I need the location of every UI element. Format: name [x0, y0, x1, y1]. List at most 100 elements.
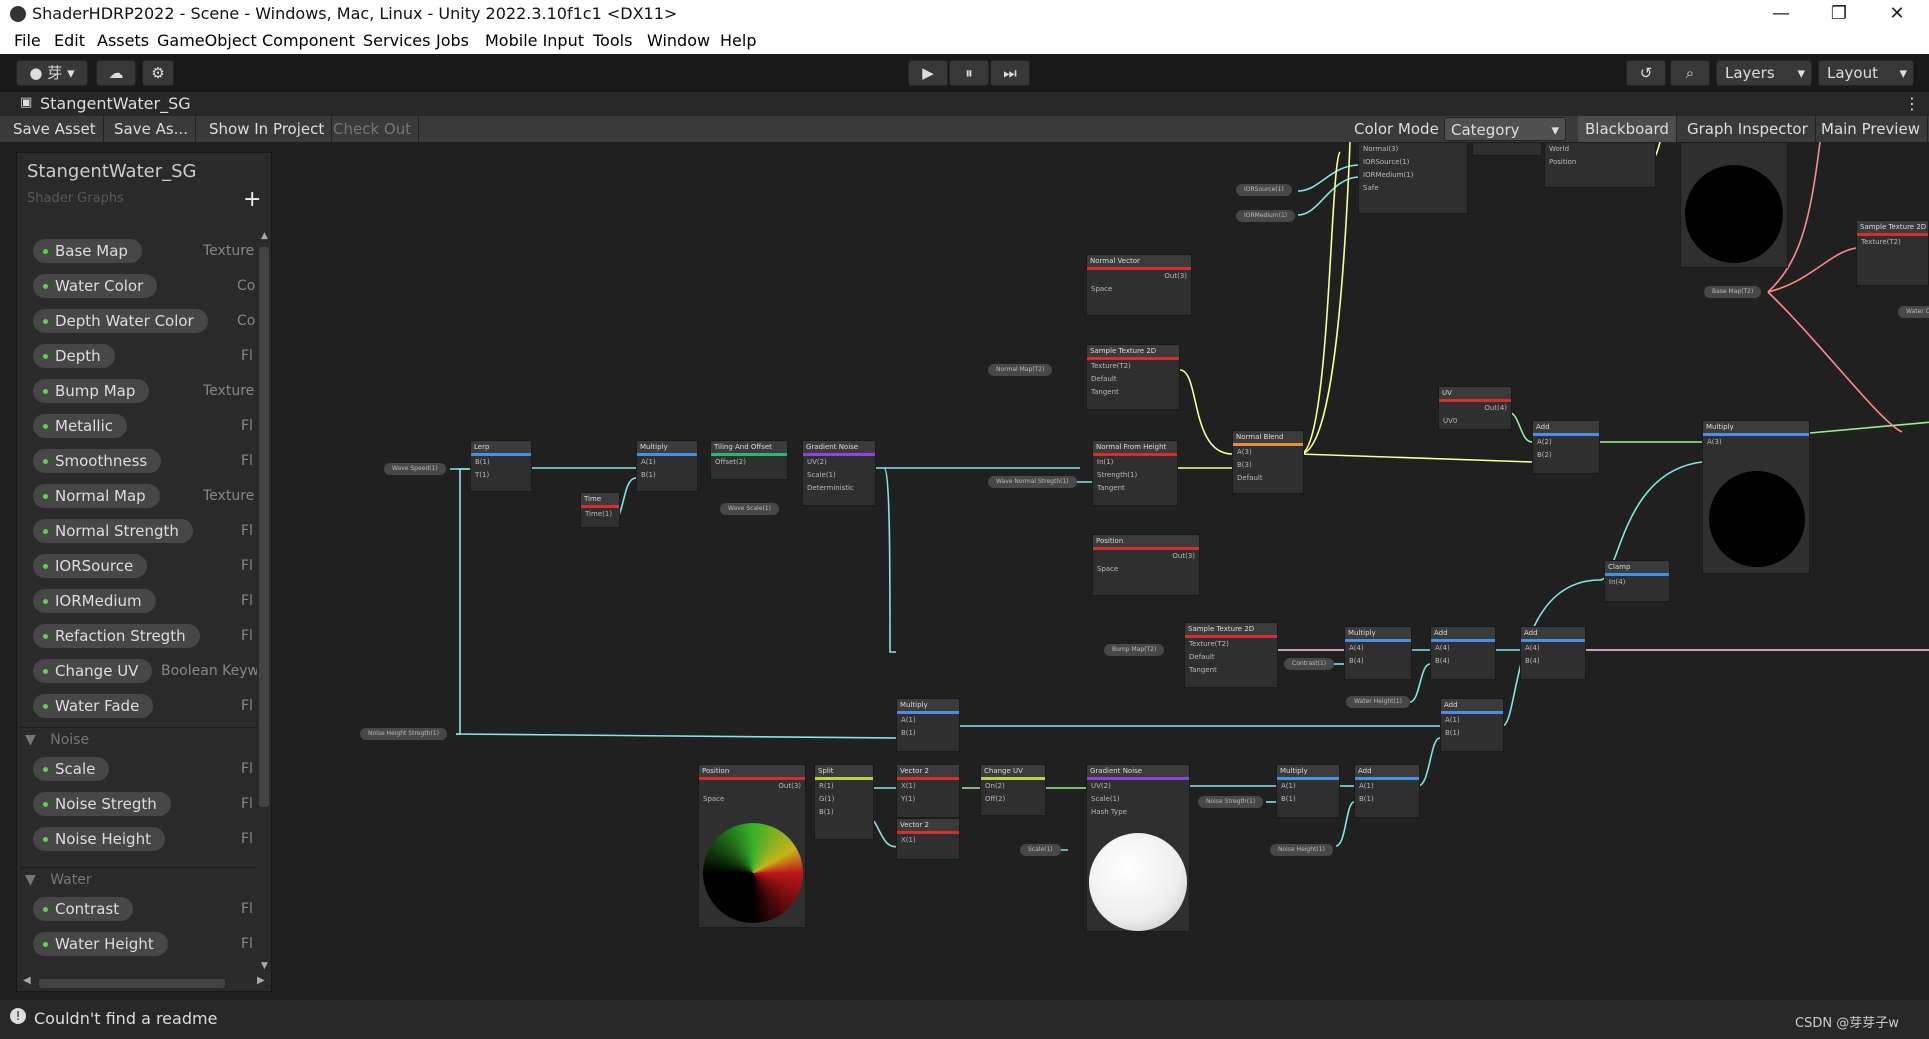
port-label[interactable]: Out(3)	[1093, 550, 1199, 563]
port-label[interactable]: IORSource(1)	[1359, 156, 1467, 169]
port-label[interactable]: B(4)	[1431, 655, 1495, 668]
menu-mobile-input[interactable]: Mobile Input	[485, 31, 584, 50]
step-button[interactable]: ⏭	[990, 60, 1030, 86]
port-label[interactable]: Texture(T2)	[1185, 638, 1277, 651]
port-label[interactable]: Scale(1)	[803, 469, 875, 482]
node-normal-from-height[interactable]: Normal From Height In(1) Strength(1) Tan…	[1092, 440, 1178, 506]
pill-ior-medium[interactable]: IORMedium(1)	[1236, 210, 1296, 222]
port-label[interactable]: A(1)	[1277, 780, 1339, 793]
menu-jobs[interactable]: Jobs	[436, 31, 469, 50]
add-property-button[interactable]: +	[243, 187, 261, 212]
save-as-button[interactable]: Save As...	[107, 116, 196, 142]
dropdown-label[interactable]: Space	[1093, 563, 1199, 576]
port-label[interactable]: B(4)	[1345, 655, 1411, 668]
port-label[interactable]: Normal(3)	[1359, 143, 1467, 156]
node-position-1[interactable]: Position Out(3) Space	[1092, 534, 1200, 596]
property-smoothness[interactable]: Smoothness	[33, 449, 162, 473]
node-uv[interactable]: UV Out(4) UV0	[1438, 386, 1512, 430]
property-water-color[interactable]: Water Color	[33, 274, 158, 298]
play-button[interactable]: ▶	[908, 60, 948, 86]
property-ior-source[interactable]: IORSource	[33, 554, 148, 578]
node-normal-blend[interactable]: Normal Blend A(3) B(3) Default	[1232, 430, 1304, 494]
port-label[interactable]: B(2)	[1533, 449, 1599, 462]
port-label[interactable]: UV(2)	[803, 456, 875, 469]
property-bump-map[interactable]: Bump Map	[33, 379, 150, 403]
port-label[interactable]: A(2)	[1533, 436, 1599, 449]
property-ior-medium[interactable]: IORMedium	[33, 589, 156, 613]
check-out-button[interactable]: Check Out	[326, 116, 420, 142]
node-multiply-2[interactable]: Multiply A(4) B(4)	[1344, 626, 1412, 680]
port-label[interactable]: Out(3)	[1087, 270, 1191, 283]
port-label[interactable]: Time(1)	[581, 508, 619, 521]
port-label[interactable]: G(1)	[815, 793, 873, 806]
main-preview-toggle[interactable]: Main Preview	[1814, 116, 1928, 142]
port-label[interactable]: Strength(1)	[1093, 469, 1177, 482]
dropdown-label[interactable]: Space	[1087, 283, 1191, 296]
port-label[interactable]: In(4)	[1605, 576, 1669, 589]
pill-wave-scale[interactable]: Wave Scale(1)	[720, 503, 780, 515]
port-label[interactable]: B(1)	[471, 456, 531, 469]
status-message[interactable]: Couldn't find a readme	[34, 1009, 217, 1028]
port-label[interactable]: A(3)	[1233, 446, 1303, 459]
port-label[interactable]: Out(3)	[699, 780, 805, 793]
pill-noise-stregth[interactable]: Noise Stregth(1)	[1198, 796, 1264, 808]
dropdown-label[interactable]: Tangent	[1093, 482, 1177, 495]
scroll-right-icon[interactable]: ▶	[257, 975, 265, 986]
account-dropdown[interactable]: ● 芽 ▾	[16, 60, 88, 86]
property-metallic[interactable]: Metallic	[33, 414, 127, 438]
layers-dropdown[interactable]: Layers ▾	[1716, 60, 1812, 86]
pill-water-color[interactable]: Water Color(4)	[1898, 306, 1929, 318]
menu-edit[interactable]: Edit	[54, 31, 85, 50]
node-transform[interactable]: World Position	[1544, 142, 1656, 188]
port-label[interactable]: Off(2)	[981, 793, 1045, 806]
node-add-2[interactable]: Add A(4) B(4)	[1430, 626, 1496, 680]
menu-assets[interactable]: Assets	[97, 31, 149, 50]
collab-button[interactable]: ⚙	[142, 60, 174, 86]
port-label[interactable]: B(3)	[1233, 459, 1303, 472]
port-label[interactable]: B(1)	[1441, 727, 1503, 740]
property-scale[interactable]: Scale	[33, 757, 110, 781]
port-label[interactable]: B(4)	[1521, 655, 1585, 668]
dropdown-label[interactable]: World	[1545, 143, 1655, 156]
property-change-uv[interactable]: Change UV	[33, 659, 153, 683]
node-add-5[interactable]: Add A(1) B(1)	[1354, 764, 1420, 818]
node-normal-vector[interactable]: Normal Vector Out(3) Space	[1086, 254, 1192, 316]
node-sample-texture-2d-2[interactable]: Sample Texture 2D Texture(T2) Default Ta…	[1184, 622, 1278, 688]
port-label[interactable]: A(1)	[637, 456, 697, 469]
search-button[interactable]: ⌕	[1670, 60, 1710, 86]
node-gradient-noise-2[interactable]: Gradient Noise UV(2) Scale(1) Hash Type	[1086, 764, 1190, 932]
menu-tools[interactable]: Tools	[593, 31, 632, 50]
node-multiply-4[interactable]: Multiply A(1) B(1)	[1276, 764, 1340, 818]
category-noise[interactable]: ▼ Noise	[21, 727, 257, 752]
menu-component[interactable]: Component	[262, 31, 355, 50]
minimize-button[interactable]: —	[1752, 0, 1810, 28]
color-mode-dropdown[interactable]: Category ▾	[1444, 117, 1566, 141]
dropdown-label[interactable]: Default	[1087, 373, 1179, 386]
property-depth-water-color[interactable]: Depth Water Color	[33, 309, 208, 333]
menu-file[interactable]: File	[14, 31, 41, 50]
node-vector2-a[interactable]: Vector 2 X(1) Y(1)	[896, 764, 960, 818]
pill-ior-source[interactable]: IORSource(1)	[1236, 184, 1292, 196]
node-refract[interactable]: Normal(3) IORSource(1) IORMedium(1) Safe	[1358, 142, 1468, 214]
pill-base-map[interactable]: Base Map(T2)	[1704, 286, 1762, 298]
dropdown-label[interactable]: Tangent	[1185, 664, 1277, 677]
menu-gameobject[interactable]: GameObject	[157, 31, 257, 50]
node-add-4[interactable]: Add A(1) B(1)	[1440, 698, 1504, 752]
dropdown-label[interactable]: Position	[1545, 156, 1655, 169]
pill-water-height[interactable]: Water Height(1)	[1346, 696, 1410, 708]
horizontal-scrollbar[interactable]	[39, 979, 225, 988]
port-label[interactable]: T(1)	[471, 469, 531, 482]
node-lerp[interactable]: Lerp B(1) T(1)	[470, 440, 532, 492]
node-change-uv[interactable]: Change UV On(2) Off(2)	[980, 764, 1046, 816]
pill-bump-map[interactable]: Bump Map(T2)	[1104, 644, 1165, 656]
scroll-left-icon[interactable]: ◀	[23, 975, 31, 986]
property-noise-height[interactable]: Noise Height	[33, 827, 165, 851]
node-multiply-3[interactable]: Multiply A(1) B(1)	[896, 698, 960, 752]
dropdown-label[interactable]: Safe	[1359, 182, 1467, 195]
node-split[interactable]: Split R(1) G(1) B(1)	[814, 764, 874, 840]
port-label[interactable]: A(4)	[1431, 642, 1495, 655]
node-preview-top[interactable]	[1680, 142, 1788, 268]
node-gradient-noise-1[interactable]: Gradient Noise UV(2) Scale(1) Determinis…	[802, 440, 876, 506]
port-label[interactable]: In(1)	[1093, 456, 1177, 469]
port-label[interactable]: X(1)	[897, 780, 959, 793]
